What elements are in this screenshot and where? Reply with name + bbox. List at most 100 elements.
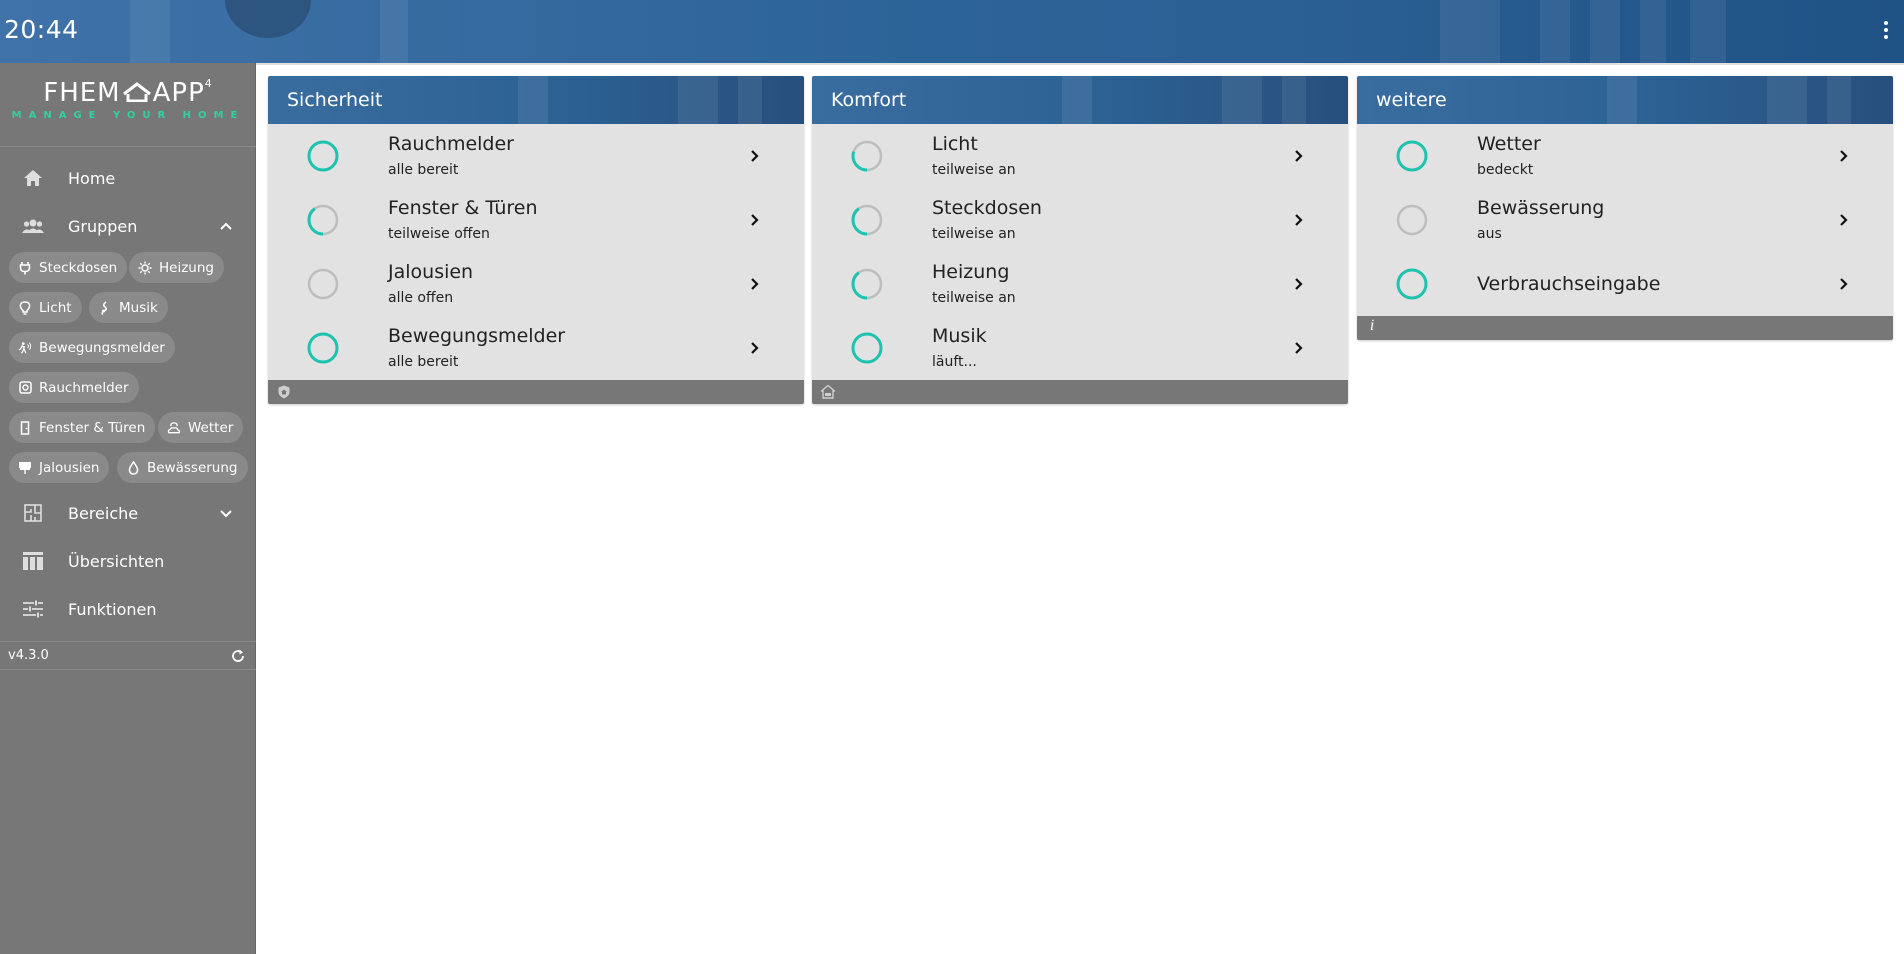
- ring-level: [1396, 268, 1428, 300]
- list-item-jalousien[interactable]: Jalousien alle offen: [268, 252, 804, 316]
- nav-funktionen[interactable]: Funktionen: [0, 587, 256, 631]
- nav-home[interactable]: Home: [0, 156, 256, 200]
- item-name: Musik: [932, 325, 987, 347]
- groups-icon: [22, 219, 44, 233]
- chip-bewaesserung[interactable]: Bewässerung: [117, 452, 248, 483]
- chip-steckdosen[interactable]: Steckdosen: [9, 252, 128, 283]
- house-roof-icon: [122, 82, 151, 103]
- item-status: alle bereit: [388, 354, 459, 370]
- chevron-right-icon: [1295, 278, 1303, 290]
- ring-level: [851, 332, 883, 364]
- app-header: 20:44: [0, 0, 1904, 63]
- ring-level: [307, 140, 339, 172]
- item-name: Bewässerung: [1477, 197, 1605, 219]
- logo-tagline: MANAGE YOUR HOME: [11, 110, 245, 121]
- chevron-right-icon: [1840, 278, 1848, 290]
- card-title: weitere: [1376, 89, 1447, 111]
- item-name: Wetter: [1477, 133, 1541, 155]
- item-name: Bewegungsmelder: [388, 325, 566, 347]
- music-icon: [101, 300, 108, 315]
- chevron-right-icon: [1295, 150, 1303, 162]
- chevron-right-icon: [751, 214, 759, 226]
- ring-level: [1396, 140, 1428, 172]
- water-drop-icon: [128, 460, 138, 475]
- status-ring: [307, 332, 339, 364]
- card-title: Komfort: [831, 89, 907, 111]
- list-item-licht[interactable]: Licht teilweise an: [812, 124, 1348, 188]
- chip-bewegungsmelder[interactable]: Bewegungsmelder: [9, 332, 175, 363]
- chevron-right-icon: [751, 342, 759, 354]
- card-header: Sicherheit: [268, 76, 804, 124]
- nav-home-label: Home: [68, 168, 116, 188]
- item-name: Steckdosen: [932, 197, 1042, 219]
- chip-wetter[interactable]: Wetter: [158, 412, 244, 443]
- info-icon: i: [1370, 318, 1375, 334]
- chip-rauchmelder[interactable]: Rauchmelder: [9, 372, 139, 403]
- list-item-wetter[interactable]: Wetter bedeckt: [1357, 124, 1893, 188]
- door-icon: [20, 420, 30, 435]
- status-ring: [851, 140, 883, 172]
- header-background-lamp: [225, 0, 311, 38]
- ring-track: [1396, 204, 1428, 236]
- heating-icon: [138, 261, 152, 274]
- chevron-right-icon: [1840, 150, 1848, 162]
- clock: 20:44: [4, 15, 79, 44]
- nav-uebersichten[interactable]: Übersichten: [0, 539, 256, 583]
- bulb-icon: [19, 300, 31, 315]
- chip-licht[interactable]: Licht: [9, 292, 82, 323]
- item-status: teilweise an: [932, 226, 1016, 242]
- chip-fenster-tueren[interactable]: Fenster & Türen: [9, 412, 156, 443]
- smoke-detector-icon: [18, 381, 32, 394]
- chevron-right-icon: [1295, 214, 1303, 226]
- version-label: v4.3.0: [8, 648, 49, 663]
- item-status: teilweise an: [932, 162, 1016, 178]
- card-komfort: Komfort Licht teilweise an Steckdosen te…: [812, 76, 1348, 404]
- chip-heizung[interactable]: Heizung: [129, 252, 224, 283]
- plug-icon: [19, 261, 31, 274]
- item-name: Licht: [932, 133, 978, 155]
- item-name: Verbrauchseingabe: [1477, 273, 1661, 295]
- list-item-fenster-tueren[interactable]: Fenster & Türen teilweise offen: [268, 188, 804, 252]
- item-name: Rauchmelder: [388, 133, 514, 155]
- dashboard-icon: [23, 552, 43, 570]
- chevron-up-icon[interactable]: [218, 218, 234, 234]
- nav-uebersichten-label: Übersichten: [68, 551, 165, 571]
- app-logo: FHEM APP4 MANAGE YOUR HOME: [0, 77, 256, 121]
- nav-gruppen-label: Gruppen: [68, 216, 138, 236]
- item-name: Jalousien: [388, 261, 474, 283]
- card-header: Komfort: [812, 76, 1348, 124]
- list-item-rauchmelder[interactable]: Rauchmelder alle bereit: [268, 124, 804, 188]
- chevron-right-icon: [1840, 214, 1848, 226]
- nav-bereiche[interactable]: Bereiche: [0, 491, 256, 535]
- card-footer: i: [1357, 316, 1893, 340]
- status-ring: [1396, 140, 1428, 172]
- home-icon: [24, 170, 42, 186]
- sofa-home-icon: [821, 385, 835, 399]
- item-name: Heizung: [932, 261, 1010, 283]
- tune-icon: [23, 600, 43, 618]
- list-item-musik[interactable]: Musik läuft...: [812, 316, 1348, 380]
- blinds-icon: [19, 461, 31, 474]
- chip-jalousien[interactable]: Jalousien: [9, 452, 110, 483]
- list-item-verbrauchseingabe[interactable]: Verbrauchseingabe: [1357, 252, 1893, 316]
- item-status: alle offen: [388, 290, 454, 306]
- nav-gruppen[interactable]: Gruppen: [0, 204, 256, 248]
- more-vertical-icon[interactable]: [1882, 19, 1890, 43]
- chevron-right-icon: [751, 278, 759, 290]
- refresh-icon[interactable]: [230, 648, 246, 664]
- chip-musik[interactable]: Musik: [89, 292, 168, 323]
- shield-home-icon: [278, 385, 290, 399]
- list-item-heizung[interactable]: Heizung teilweise an: [812, 252, 1348, 316]
- list-item-bewaesserung[interactable]: Bewässerung aus: [1357, 188, 1893, 252]
- status-ring: [851, 268, 883, 300]
- card-footer: [812, 380, 1348, 404]
- list-item-bewegungsmelder[interactable]: Bewegungsmelder alle bereit: [268, 316, 804, 380]
- item-status: teilweise offen: [388, 226, 490, 242]
- status-ring: [307, 140, 339, 172]
- floorplan-icon: [24, 504, 42, 522]
- card-footer: [268, 380, 804, 404]
- item-status: aus: [1477, 226, 1502, 242]
- list-item-steckdosen[interactable]: Steckdosen teilweise an: [812, 188, 1348, 252]
- chevron-down-icon[interactable]: [218, 505, 234, 521]
- card-sicherheit: Sicherheit Rauchmelder alle bereit Fenst…: [268, 76, 804, 404]
